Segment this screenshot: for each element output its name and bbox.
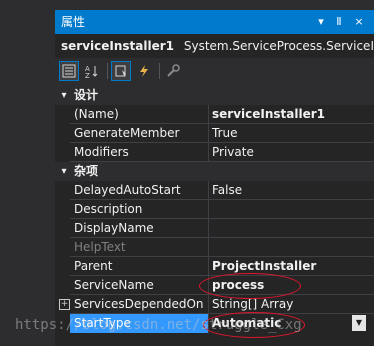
events-icon[interactable] xyxy=(134,61,154,81)
property-value[interactable]: Private xyxy=(212,143,367,162)
column-divider xyxy=(208,238,209,257)
dropdown-arrow-icon[interactable]: ▼ xyxy=(352,315,366,331)
expand-icon[interactable]: + xyxy=(59,299,70,310)
object-selector[interactable]: serviceInstaller1 System.ServiceProcess.… xyxy=(55,34,374,58)
window-title: 属性 xyxy=(61,15,86,29)
property-name: Modifiers xyxy=(74,145,129,159)
annotation-oval xyxy=(199,273,301,299)
alphabetical-icon[interactable]: A Z xyxy=(82,61,102,81)
column-divider xyxy=(208,143,209,162)
property-row-delayedautostart[interactable]: DelayedAutoStart False xyxy=(55,181,374,200)
properties-icon[interactable] xyxy=(111,61,131,81)
object-type: System.ServiceProcess.ServiceIns xyxy=(183,39,374,53)
property-grid: ▾ 设计 (Name) serviceInstaller1 GenerateMe… xyxy=(55,86,374,346)
toolbar-separator xyxy=(159,63,160,79)
property-row-generatemember[interactable]: GenerateMember True xyxy=(55,124,374,143)
column-divider xyxy=(208,105,209,124)
property-pages-icon[interactable] xyxy=(163,61,183,81)
column-divider xyxy=(208,124,209,143)
collapse-icon[interactable]: ▾ xyxy=(58,162,70,181)
collapse-icon[interactable]: ▾ xyxy=(58,86,70,105)
category-design[interactable]: ▾ 设计 xyxy=(55,86,374,105)
property-row-description[interactable]: Description xyxy=(55,200,374,219)
toolbar-separator xyxy=(107,63,108,79)
category-misc[interactable]: ▾ 杂项 xyxy=(55,162,374,181)
property-name: ServicesDependedOn xyxy=(74,297,204,311)
properties-window: 属性 ▾ Ⅱ × serviceInstaller1 System.Servic… xyxy=(0,0,374,346)
column-divider xyxy=(208,257,209,276)
watermark: https://blog.csdn.net/struggle_Cxg xyxy=(15,317,302,333)
property-name: GenerateMember xyxy=(74,126,180,140)
property-row-name[interactable]: (Name) serviceInstaller1 xyxy=(55,105,374,124)
property-name: Parent xyxy=(74,259,113,273)
property-row-servicesdependedon[interactable]: + ServicesDependedOn String[] Array xyxy=(55,295,374,314)
pin-icon[interactable]: Ⅱ xyxy=(331,10,347,34)
property-row-modifiers[interactable]: Modifiers Private xyxy=(55,143,374,162)
property-name: Description xyxy=(74,202,143,216)
object-name: serviceInstaller1 xyxy=(61,39,175,53)
title-bar: 属性 ▾ Ⅱ × xyxy=(55,10,374,34)
property-name: ServiceName xyxy=(74,278,154,292)
property-row-helptext[interactable]: HelpText xyxy=(55,238,374,257)
property-value[interactable]: serviceInstaller1 xyxy=(212,105,367,124)
property-name: DisplayName xyxy=(74,221,154,235)
svg-text:Z: Z xyxy=(85,72,90,78)
property-toolbar: A Z xyxy=(55,58,374,84)
column-divider xyxy=(208,295,209,314)
category-label: 设计 xyxy=(74,88,99,102)
column-divider xyxy=(208,200,209,219)
column-divider xyxy=(208,219,209,238)
categorized-icon[interactable] xyxy=(59,61,79,81)
property-row-parent[interactable]: Parent ProjectInstaller xyxy=(55,257,374,276)
property-value[interactable]: True xyxy=(212,124,367,143)
dropdown-arrow-icon[interactable]: ▾ xyxy=(313,10,329,34)
category-label: 杂项 xyxy=(74,164,99,178)
property-name: (Name) xyxy=(74,107,119,121)
property-row-displayname[interactable]: DisplayName xyxy=(55,219,374,238)
close-icon[interactable]: × xyxy=(351,10,367,34)
property-name: HelpText xyxy=(74,240,126,254)
left-dark-area xyxy=(0,0,55,346)
property-value[interactable]: False xyxy=(212,181,367,200)
property-name: DelayedAutoStart xyxy=(74,183,181,197)
column-divider xyxy=(208,181,209,200)
